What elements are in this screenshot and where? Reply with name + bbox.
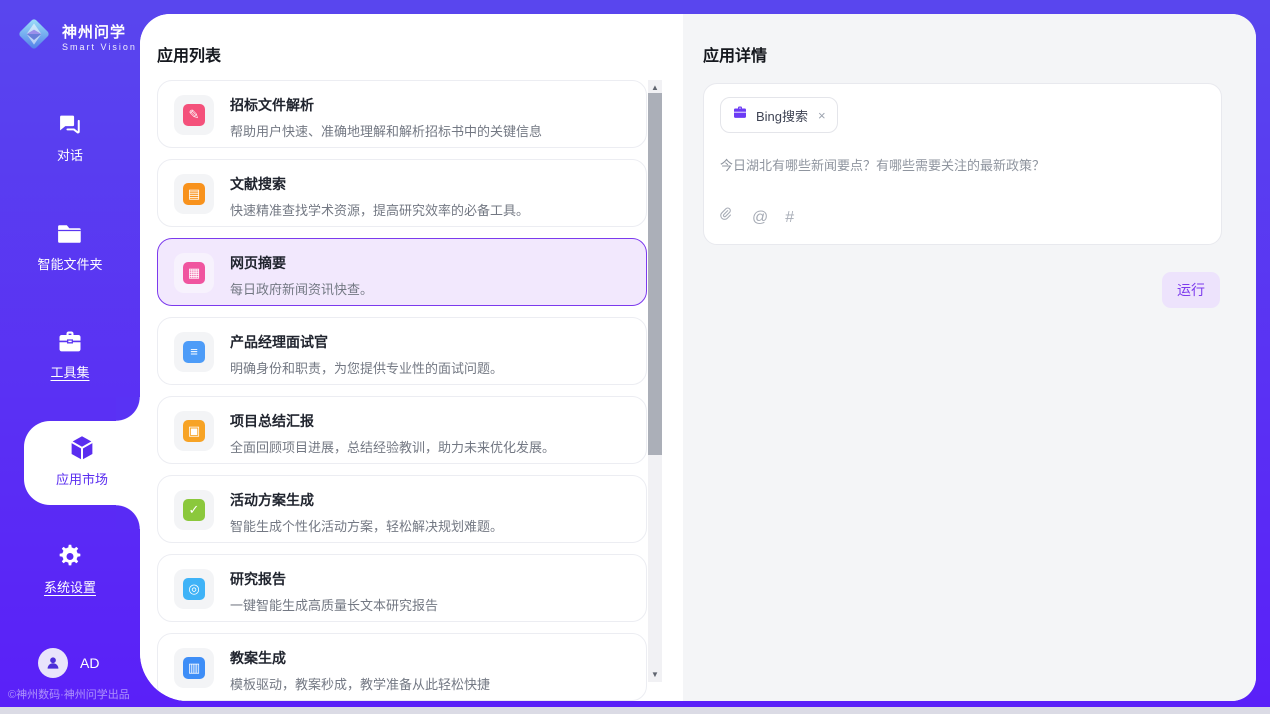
app-card[interactable]: ✓ 活动方案生成 智能生成个性化活动方案，轻松解决规划难题。: [157, 475, 647, 543]
user-account[interactable]: AD: [38, 648, 99, 678]
app-card-text: 招标文件解析 帮助用户快速、准确地理解和解析招标书中的关键信息: [230, 95, 542, 140]
sidebar-item-label: 应用市场: [24, 469, 140, 488]
attachment-icon[interactable]: [720, 207, 735, 229]
app-card-text: 产品经理面试官 明确身份和职责，为您提供专业性的面试问题。: [230, 332, 503, 377]
folder-icon: [0, 221, 140, 247]
sidebar-item-label: 系统设置: [0, 577, 140, 596]
sidebar-item-toolset[interactable]: 工具集: [0, 329, 140, 381]
app-card[interactable]: ▤ 文献搜索 快速精准查找学术资源，提高研究效率的必备工具。: [157, 159, 647, 227]
prompt-card: Bing搜索 × 今日湖北有哪些新闻要点？有哪些需要关注的最新政策？ @ #: [703, 83, 1222, 245]
app-icon-well: ▥: [174, 648, 214, 688]
run-button[interactable]: 运行: [1162, 272, 1220, 308]
document-edit-icon: ✎: [183, 104, 205, 126]
app-name: 活动方案生成: [230, 490, 503, 510]
main-content: 应用列表 ✎ 招标文件解析 帮助用户快速、准确地理解和解析招标书中的关键信息 ▤…: [140, 14, 1256, 701]
chat-icon: [0, 112, 140, 138]
app-icon-well: ▦: [174, 253, 214, 293]
scrollbar-thumb[interactable]: [648, 93, 662, 455]
app-icon-well: ✎: [174, 95, 214, 135]
app-name: 产品经理面试官: [230, 332, 503, 352]
interviewer-icon: ≡: [183, 341, 205, 363]
brand-logo: 神州问学 Smart Vision: [14, 14, 137, 59]
app-description: 帮助用户快速、准确地理解和解析招标书中的关键信息: [230, 121, 542, 140]
app-card-text: 教案生成 模板驱动，教案秒成，教学准备从此轻松快捷: [230, 648, 490, 693]
app-icon-well: ▣: [174, 411, 214, 451]
sidebar-item-app-market-active[interactable]: 应用市场: [24, 421, 140, 505]
app-card[interactable]: ▦ 网页摘要 每日政府新闻资讯快查。: [157, 238, 647, 306]
app-icon-well: ≡: [174, 332, 214, 372]
tag-close-icon[interactable]: ×: [818, 108, 826, 123]
toolbox-icon: [0, 329, 140, 355]
scroll-up-icon[interactable]: ▲: [648, 83, 662, 92]
app-detail-panel: 应用详情 Bing搜索 × 今日湖北有哪些新闻要点？有哪些需要关注的最新政策？: [683, 14, 1256, 701]
query-input[interactable]: 今日湖北有哪些新闻要点？有哪些需要关注的最新政策？: [720, 155, 1205, 207]
app-name: 研究报告: [230, 569, 438, 589]
app-name: 文献搜索: [230, 174, 529, 194]
app-card[interactable]: ≡ 产品经理面试官 明确身份和职责，为您提供专业性的面试问题。: [157, 317, 647, 385]
brand-tagline: Smart Vision: [62, 42, 137, 52]
notepad-icon: ▣: [183, 420, 205, 442]
app-description: 明确身份和职责，为您提供专业性的面试问题。: [230, 358, 503, 377]
brand-name: 神州问学: [62, 21, 137, 42]
sidebar-item-settings[interactable]: 系统设置: [0, 543, 140, 596]
book-icon: ▤: [183, 183, 205, 205]
app-icon-well: ▤: [174, 174, 214, 214]
briefcase-icon: [732, 105, 748, 125]
app-list-panel: 应用列表 ✎ 招标文件解析 帮助用户快速、准确地理解和解析招标书中的关键信息 ▤…: [140, 14, 683, 701]
app-description: 快速精准查找学术资源，提高研究效率的必备工具。: [230, 200, 529, 219]
books-icon: ▥: [183, 657, 205, 679]
sidebar-item-smart-folder[interactable]: 智能文件夹: [0, 221, 140, 273]
bubble-bottom-fillet: [116, 505, 140, 529]
app-card-text: 研究报告 一键智能生成高质量长文本研究报告: [230, 569, 438, 614]
app-description: 每日政府新闻资讯快查。: [230, 279, 373, 298]
app-description: 智能生成个性化活动方案，轻松解决规划难题。: [230, 516, 503, 535]
app-card-text: 项目总结汇报 全面回顾项目进展，总结经验教训，助力未来优化发展。: [230, 411, 555, 456]
input-toolbar: @ #: [720, 207, 1205, 231]
app-card[interactable]: ▣ 项目总结汇报 全面回顾项目进展，总结经验教训，助力未来优化发展。: [157, 396, 647, 464]
app-icon-well: ✓: [174, 490, 214, 530]
copyright-footer: ©神州数码·神州问学出品: [8, 686, 130, 702]
app-card[interactable]: ◎ 研究报告 一键智能生成高质量长文本研究报告: [157, 554, 647, 622]
app-card[interactable]: ✎ 招标文件解析 帮助用户快速、准确地理解和解析招标书中的关键信息: [157, 80, 647, 148]
tool-tag-bing-search[interactable]: Bing搜索 ×: [720, 97, 838, 133]
brand-text: 神州问学 Smart Vision: [62, 21, 137, 52]
app-icon-well: ◎: [174, 569, 214, 609]
app-name: 项目总结汇报: [230, 411, 555, 431]
diamond-logo-icon: [14, 14, 54, 59]
app-list-title: 应用列表: [157, 42, 221, 66]
app-name: 网页摘要: [230, 253, 373, 273]
sidebar-item-chat[interactable]: 对话: [0, 112, 140, 164]
clipboard-check-icon: ✓: [183, 499, 205, 521]
app-description: 模板驱动，教案秒成，教学准备从此轻松快捷: [230, 674, 490, 693]
scroll-down-icon[interactable]: ▼: [648, 670, 662, 679]
app-detail-title: 应用详情: [703, 42, 767, 66]
app-description: 一键智能生成高质量长文本研究报告: [230, 595, 438, 614]
sidebar-item-label: 智能文件夹: [0, 254, 140, 273]
app-description: 全面回顾项目进展，总结经验教训，助力未来优化发展。: [230, 437, 555, 456]
app-card[interactable]: ▥ 教案生成 模板驱动，教案秒成，教学准备从此轻松快捷: [157, 633, 647, 701]
gear-icon: [0, 543, 140, 570]
cube-icon: [24, 433, 140, 463]
app-card-text: 文献搜索 快速精准查找学术资源，提高研究效率的必备工具。: [230, 174, 529, 219]
tool-tag-label: Bing搜索: [756, 106, 808, 125]
app-name: 教案生成: [230, 648, 490, 668]
app-card-list: ✎ 招标文件解析 帮助用户快速、准确地理解和解析招标书中的关键信息 ▤ 文献搜索…: [157, 80, 647, 701]
sidebar: 神州问学 Smart Vision 对话 智能文件夹: [0, 0, 140, 707]
sidebar-item-label: 工具集: [0, 362, 140, 381]
webpage-code-icon: ▦: [183, 262, 205, 284]
sidebar-item-label: 对话: [0, 145, 140, 164]
mention-icon[interactable]: @: [752, 209, 768, 227]
user-initials: AD: [80, 655, 99, 671]
app-card-text: 活动方案生成 智能生成个性化活动方案，轻松解决规划难题。: [230, 490, 503, 535]
app-card-text: 网页摘要 每日政府新闻资讯快查。: [230, 253, 373, 298]
hash-icon[interactable]: #: [785, 209, 794, 227]
avatar: [38, 648, 68, 678]
app-list-scrollbar[interactable]: ▲ ▼: [648, 80, 662, 682]
microscope-icon: ◎: [183, 578, 205, 600]
app-name: 招标文件解析: [230, 95, 542, 115]
bubble-top-fillet: [116, 397, 140, 421]
